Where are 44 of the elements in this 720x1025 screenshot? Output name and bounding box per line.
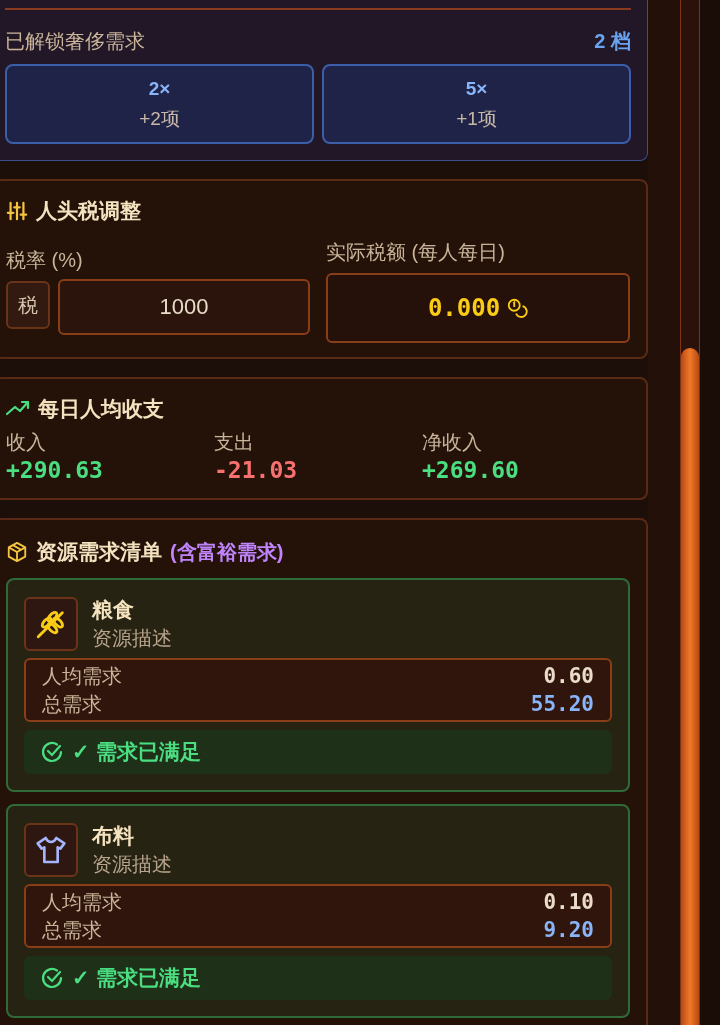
- demand-value: 0.60: [543, 662, 594, 690]
- field-label: 税率 (%): [6, 247, 84, 273]
- resource-description: 资源描述: [92, 625, 172, 651]
- stat-label: 净收入: [422, 430, 483, 455]
- tax-amount: 0.000: [427, 292, 501, 324]
- demand-value: 0.10: [543, 888, 594, 916]
- resource-description: 资源描述: [92, 851, 172, 877]
- tier-items: +1项: [456, 107, 497, 131]
- stat-value: +290.63: [6, 456, 104, 484]
- tier-multiplier: 5×: [465, 77, 488, 101]
- demand-value: 9.20: [543, 916, 594, 944]
- demand-label: 人均需求: [42, 663, 122, 689]
- tier-button[interactable]: 2× +2项: [5, 64, 314, 144]
- resource-name: 粮食: [92, 596, 135, 623]
- sliders-icon: [6, 199, 28, 222]
- field-label: 实际税额 (每人每日): [326, 239, 506, 265]
- tier-count: 2 档: [594, 29, 631, 54]
- stat-value: +269.60: [422, 456, 520, 484]
- stat-label: 支出: [214, 430, 255, 455]
- coins-icon: [506, 296, 529, 319]
- stat-label: 收入: [6, 430, 47, 455]
- panel-subtitle: (含富裕需求): [170, 539, 284, 565]
- resource-name: 布料: [92, 822, 135, 849]
- panel-title: 每日人均收支: [38, 395, 164, 422]
- status-text: ✓ 需求已满足: [72, 964, 201, 991]
- panel-title: 资源需求清单: [36, 539, 162, 565]
- stat-value: -21.03: [214, 456, 299, 484]
- tax-rate-input[interactable]: 1000: [58, 278, 310, 335]
- check-circle-icon: [40, 965, 64, 990]
- check-circle-icon: [40, 739, 64, 764]
- tax-badge: 税: [6, 280, 50, 329]
- status-text: ✓ 需求已满足: [72, 738, 201, 765]
- panel-title: 人头税调整: [36, 198, 141, 224]
- section-label: 已解锁奢侈需求: [5, 29, 145, 54]
- demand-label: 人均需求: [42, 889, 122, 915]
- tier-multiplier: 2×: [148, 77, 171, 101]
- tier-items: +2项: [139, 107, 180, 131]
- demand-label: 总需求: [42, 691, 102, 717]
- scrollbar-thumb[interactable]: [681, 348, 699, 1025]
- trend-up-icon: [6, 399, 30, 418]
- demand-label: 总需求: [42, 917, 102, 943]
- tier-button[interactable]: 5× +1项: [322, 64, 631, 144]
- box-icon: [6, 540, 28, 563]
- demand-value: 55.20: [530, 690, 594, 718]
